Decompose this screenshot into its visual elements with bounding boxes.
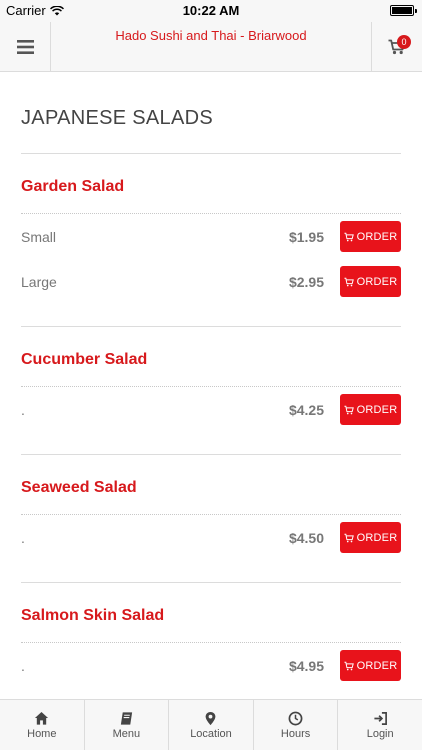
- tab-login-label: Login: [366, 727, 394, 740]
- variant-name: Large: [21, 273, 57, 290]
- variant-price: $4.95: [288, 657, 324, 674]
- variant-price: $4.50: [288, 529, 324, 546]
- variant-name: .: [21, 401, 25, 418]
- battery-icon: [390, 5, 417, 16]
- tab-menu-label: Menu: [112, 727, 141, 740]
- variant-name: .: [21, 657, 25, 674]
- order-button-label: ORDER: [356, 275, 398, 288]
- order-button[interactable]: ORDER: [340, 650, 401, 681]
- menu-item-variant-row: Large $2.95 ORDER: [21, 259, 401, 304]
- menu-item-list: Garden Salad Small $1.95 ORDER Large $2.95 ORD…: [21, 154, 401, 711]
- menu-item-variant-row: . $4.95 ORDER: [21, 643, 401, 688]
- order-button[interactable]: ORDER: [340, 266, 401, 297]
- hamburger-menu-button[interactable]: [0, 22, 51, 72]
- variant-price: $4.25: [288, 401, 324, 418]
- app-header: Hado Sushi and Thai - Briarwood 0: [0, 22, 422, 72]
- clock-icon: [288, 711, 303, 725]
- menu-item-variant-row: Small $1.95 ORDER: [21, 214, 401, 259]
- menu-item-name: Salmon Skin Salad: [21, 583, 401, 643]
- tab-home[interactable]: Home: [0, 700, 85, 750]
- variant-price: $2.95: [288, 273, 324, 290]
- order-button[interactable]: ORDER: [340, 522, 401, 553]
- book-icon: [120, 711, 133, 725]
- order-button[interactable]: ORDER: [340, 394, 401, 425]
- menu-item: Garden Salad Small $1.95 ORDER Large $2.95 ORD…: [21, 154, 401, 327]
- cart-icon: [344, 533, 354, 542]
- login-icon: [374, 711, 387, 725]
- variant-name: Small: [21, 228, 57, 245]
- menu-content: JAPANESE SALADS Garden Salad Small $1.95 OR…: [21, 72, 401, 711]
- restaurant-title: Hado Sushi and Thai - Briarwood: [115, 28, 307, 43]
- status-bar: Carrier 10:22 AM: [0, 0, 422, 22]
- clock-time: 10:22 AM: [182, 3, 240, 18]
- map-pin-icon: [206, 711, 216, 725]
- order-button-label: ORDER: [356, 659, 398, 672]
- bottom-tab-bar: Home Menu Location Hours Login: [0, 699, 422, 750]
- tab-hours-label: Hours: [280, 727, 311, 740]
- cart-count-badge: 0: [397, 35, 411, 49]
- cart-icon: [344, 405, 354, 414]
- home-icon: [35, 711, 49, 725]
- cart-button[interactable]: 0: [371, 22, 422, 72]
- tab-location-label: Location: [190, 727, 232, 740]
- section-title: JAPANESE SALADS: [21, 107, 401, 154]
- tab-menu[interactable]: Menu: [85, 700, 170, 750]
- cart-icon: [344, 277, 354, 286]
- menu-item-variant-row: . $4.50 ORDER: [21, 515, 401, 560]
- tab-login[interactable]: Login: [338, 700, 422, 750]
- cart-icon: [344, 232, 354, 241]
- menu-item-name: Seaweed Salad: [21, 455, 401, 515]
- menu-item: Salmon Skin Salad. $4.95 ORDER: [21, 583, 401, 711]
- order-button[interactable]: ORDER: [340, 221, 401, 252]
- variant-price: $1.95: [288, 228, 324, 245]
- menu-item-name: Garden Salad: [21, 154, 401, 214]
- tab-location[interactable]: Location: [169, 700, 254, 750]
- menu-item: Seaweed Salad. $4.50 ORDER: [21, 455, 401, 583]
- cart-icon: [344, 661, 354, 670]
- order-button-label: ORDER: [356, 531, 398, 544]
- variant-name: .: [21, 529, 25, 546]
- hamburger-icon: [16, 40, 34, 54]
- menu-item: Cucumber Salad. $4.25 ORDER: [21, 327, 401, 455]
- tab-hours[interactable]: Hours: [254, 700, 339, 750]
- menu-item-variant-row: . $4.25 ORDER: [21, 387, 401, 432]
- order-button-label: ORDER: [356, 230, 398, 243]
- menu-item-name: Cucumber Salad: [21, 327, 401, 387]
- order-button-label: ORDER: [356, 403, 398, 416]
- tab-home-label: Home: [27, 727, 57, 740]
